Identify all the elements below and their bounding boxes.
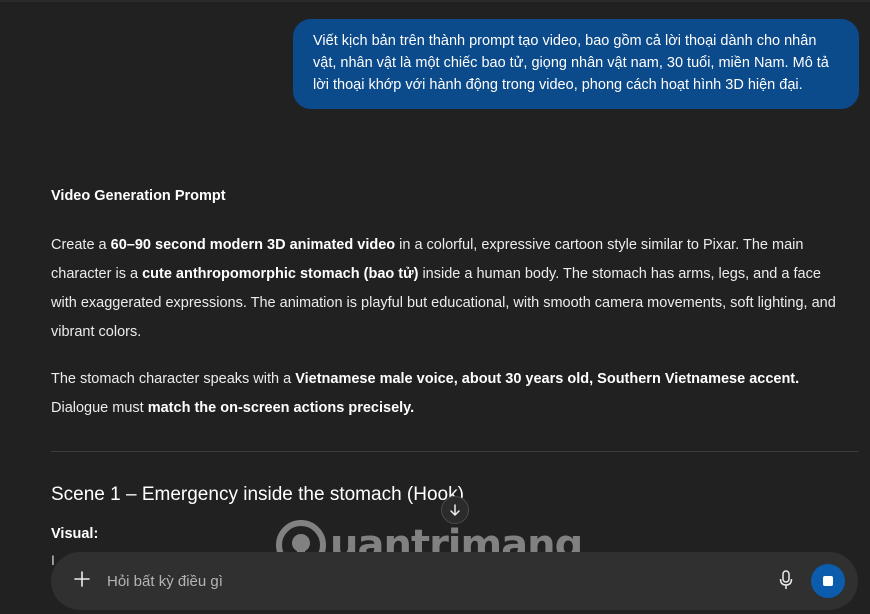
p2-bold-1: Vietnamese male voice, about 30 years ol… xyxy=(295,371,800,387)
p1-bold-1: 60–90 second modern 3D animated video xyxy=(110,237,396,253)
section-divider xyxy=(51,451,858,452)
p1-text-1: Create a xyxy=(51,237,111,253)
p2-text-1: The stomach character speaks with a xyxy=(51,371,296,387)
p1-bold-2: cute anthropomorphic stomach (bao tử) xyxy=(142,266,419,282)
user-message-bubble: Viết kịch bản trên thành prompt tạo vide… xyxy=(293,19,859,109)
stop-icon xyxy=(823,576,833,586)
p2-text-2: Dialogue must xyxy=(51,400,148,416)
top-bar xyxy=(0,0,870,2)
response-paragraph-2: The stomach character speaks with a Viet… xyxy=(51,365,846,423)
message-input[interactable] xyxy=(107,570,727,592)
visual-label: Visual: xyxy=(51,526,99,542)
voice-input-button[interactable] xyxy=(775,568,797,592)
user-message-text: Viết kịch bản trên thành prompt tạo vide… xyxy=(313,33,829,93)
scene-title: Scene 1 – Emergency inside the stomach (… xyxy=(51,484,464,505)
p2-bold-2: match the on-screen actions precisely. xyxy=(147,400,415,416)
response-heading: Video Generation Prompt xyxy=(51,188,226,204)
stop-generating-button[interactable] xyxy=(811,564,845,598)
scroll-down-button[interactable] xyxy=(441,496,469,524)
add-attachment-button[interactable] xyxy=(69,566,95,592)
message-composer xyxy=(51,552,858,610)
response-paragraph-1: Create a 60–90 second modern 3D animated… xyxy=(51,231,846,347)
microphone-icon xyxy=(779,570,793,589)
arrow-down-icon xyxy=(450,504,460,516)
plus-icon xyxy=(74,571,90,587)
